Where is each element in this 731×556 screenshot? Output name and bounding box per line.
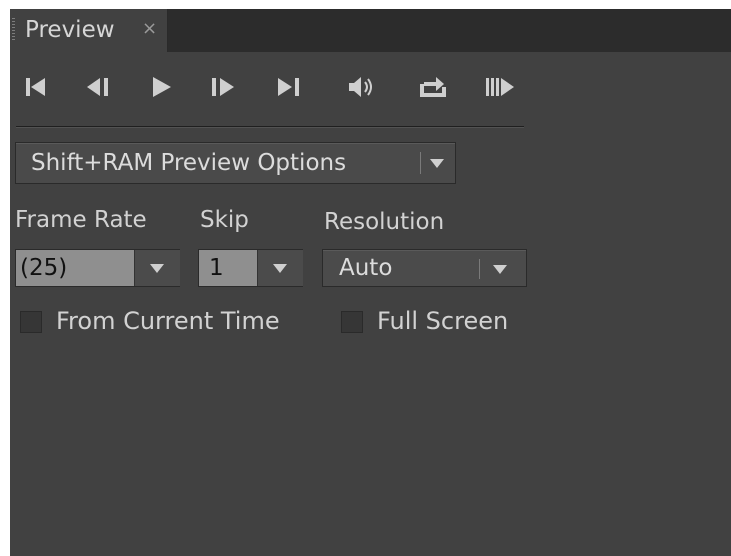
last-frame-icon (278, 78, 299, 96)
next-frame-button[interactable] (203, 67, 243, 107)
chevron-down-icon (150, 264, 164, 273)
full-screen-label: Full Screen (377, 307, 509, 335)
skip-select[interactable]: 1 (198, 249, 303, 287)
tab-grip-handle[interactable] (12, 18, 15, 42)
full-screen-option: Full Screen (341, 307, 541, 339)
frame-rate-value: (25) (20, 255, 68, 281)
previous-frame-button[interactable] (80, 67, 120, 107)
resolution-label: Resolution (324, 209, 445, 235)
chevron-down-icon (493, 265, 507, 274)
from-current-time-label: From Current Time (56, 307, 280, 335)
next-frame-icon (212, 78, 234, 96)
tab-preview[interactable]: Preview × (10, 9, 168, 52)
ram-preview-icon (486, 78, 514, 96)
speaker-icon (349, 77, 372, 97)
from-current-time-checkbox[interactable] (20, 311, 42, 333)
play-button[interactable] (143, 67, 183, 107)
preview-options-value: Shift+RAM Preview Options (31, 150, 347, 176)
frame-rate-select[interactable]: (25) (15, 249, 180, 287)
skip-label: Skip (200, 207, 249, 233)
from-current-time-option: From Current Time (20, 307, 320, 339)
resolution-select[interactable]: Auto (322, 249, 527, 287)
close-icon[interactable]: × (142, 17, 157, 41)
first-frame-button[interactable] (18, 67, 58, 107)
play-icon (153, 77, 171, 97)
chevron-down-icon (273, 264, 287, 273)
toolbar-divider (16, 126, 524, 127)
panel-body (10, 52, 731, 556)
chevron-down-icon (430, 159, 444, 168)
skip-dropdown-button[interactable] (257, 250, 303, 286)
previous-frame-icon (87, 78, 108, 96)
panel-tab-strip: Preview × (10, 9, 731, 52)
tab-label: Preview (25, 17, 115, 43)
loop-button[interactable] (414, 67, 454, 107)
preview-panel: Preview × Shift+RAM Preview Options Fram… (10, 9, 731, 556)
full-screen-checkbox[interactable] (341, 311, 363, 333)
frame-rate-label: Frame Rate (15, 207, 147, 233)
last-frame-button[interactable] (270, 67, 310, 107)
skip-value: 1 (209, 255, 224, 281)
ram-preview-button[interactable] (480, 67, 520, 107)
frame-rate-dropdown-button[interactable] (134, 250, 180, 286)
transport-controls (10, 67, 570, 107)
loop-icon (420, 77, 446, 97)
dropdown-divider (420, 152, 421, 174)
mute-audio-button[interactable] (342, 67, 382, 107)
resolution-value: Auto (339, 255, 393, 281)
preview-options-dropdown[interactable]: Shift+RAM Preview Options (15, 142, 456, 184)
dropdown-divider (479, 259, 480, 279)
first-frame-icon (26, 78, 45, 96)
